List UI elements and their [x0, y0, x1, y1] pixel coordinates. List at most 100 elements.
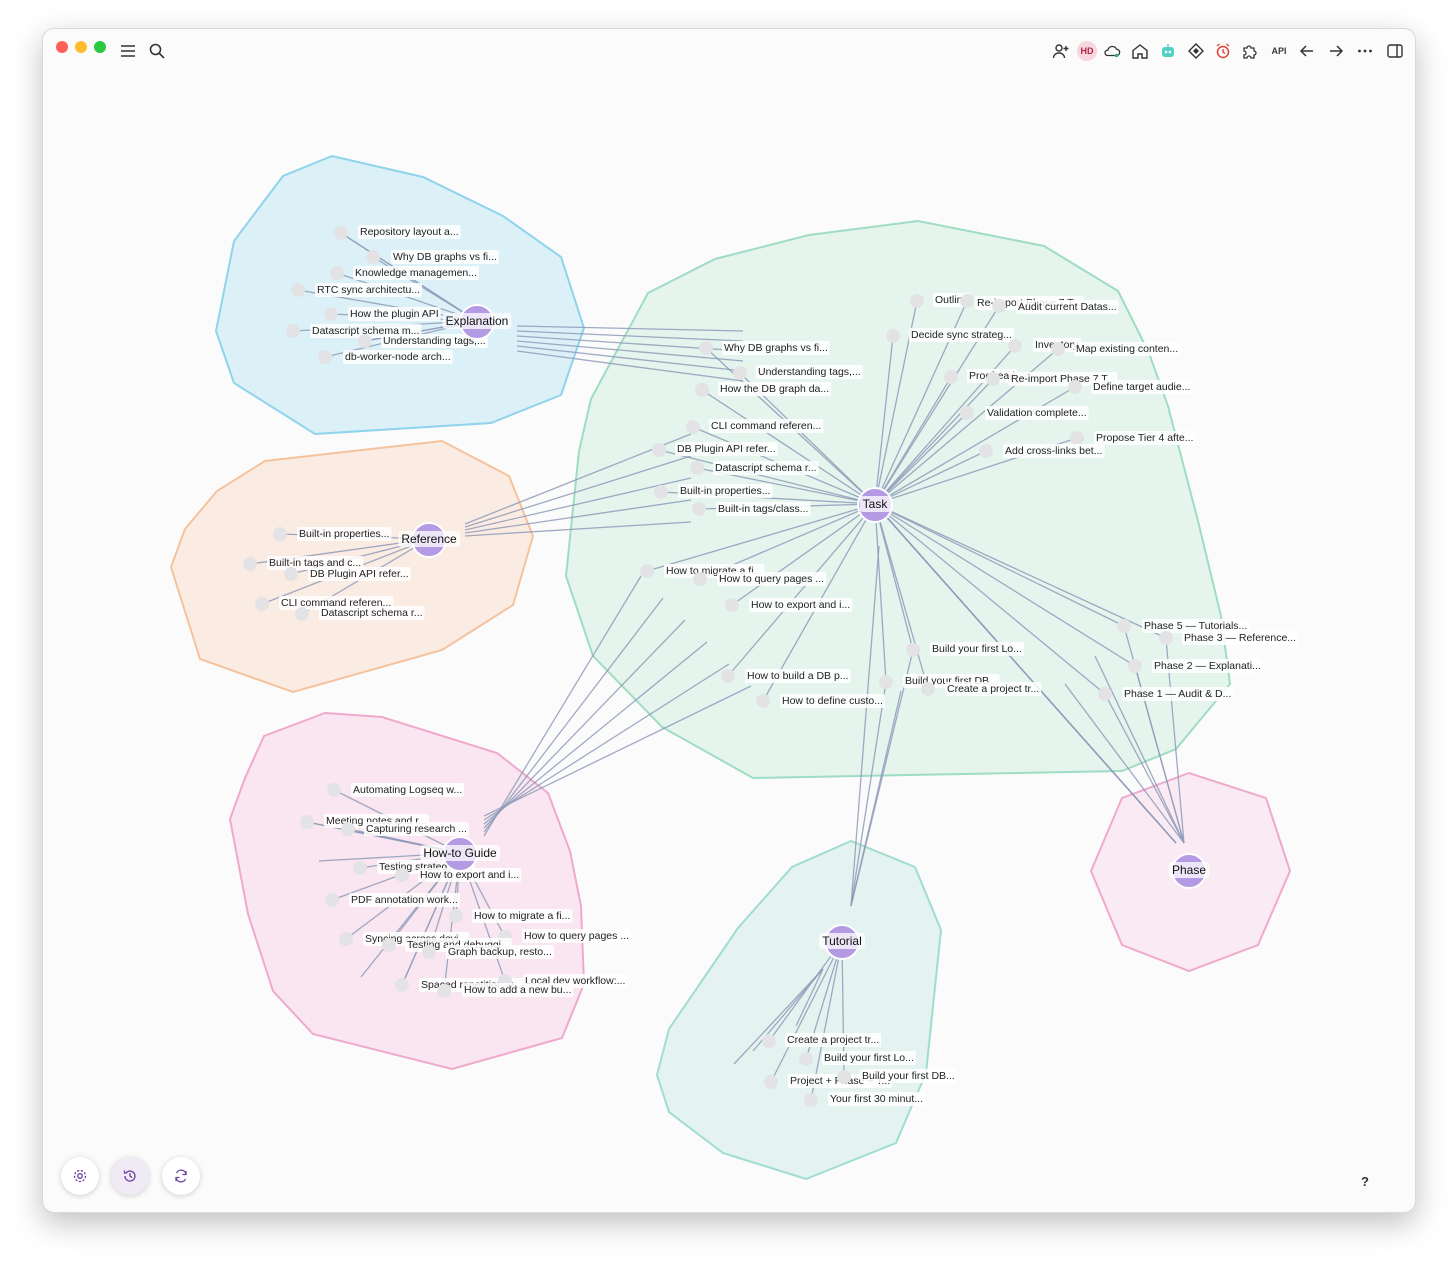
graph-node-label: Repository layout a... [360, 226, 459, 238]
graph-node[interactable] [692, 502, 706, 516]
graph-node[interactable] [1068, 380, 1082, 394]
graph-node[interactable] [1051, 342, 1065, 356]
graph-node-label: RTC sync architectu... [317, 284, 420, 296]
graph-node[interactable] [358, 334, 372, 348]
cluster-hull-howto [228, 711, 586, 1071]
graph-node[interactable] [1128, 659, 1142, 673]
graph-node-label: Capturing research ... [366, 823, 467, 835]
graph-edge [483, 597, 664, 833]
help-button[interactable]: ? [1361, 1174, 1369, 1189]
graph-node[interactable] [992, 299, 1006, 313]
graph-node[interactable] [395, 978, 409, 992]
graph-node[interactable] [382, 938, 396, 952]
cluster-hull-tutorial [655, 839, 943, 1181]
history-icon [123, 1170, 136, 1182]
graph-node-label: Build your first Lo... [824, 1052, 914, 1064]
graph-node[interactable] [764, 1075, 778, 1089]
graph-node[interactable] [640, 564, 654, 578]
graph-node[interactable] [906, 643, 920, 657]
graph-node[interactable] [986, 372, 1000, 386]
graph-node[interactable] [979, 444, 993, 458]
graph-node[interactable] [353, 861, 367, 875]
graph-node[interactable] [756, 694, 770, 708]
graph-node-label: Phase 5 — Tutorials... [1144, 620, 1247, 632]
history-button[interactable] [111, 1157, 149, 1195]
graph-node[interactable] [804, 1093, 818, 1107]
graph-node-label: DB Plugin API refer... [310, 568, 409, 580]
graph-node-label: Graph backup, resto... [448, 946, 552, 958]
hub-label-howto: How-to Guide [423, 846, 497, 860]
graph-node-label: Why DB graphs vs fi... [724, 342, 828, 354]
graph-node-label: db-worker-node arch... [345, 351, 451, 363]
graph-node-label: How to migrate a fi... [474, 910, 570, 922]
graph-node[interactable] [762, 1034, 776, 1048]
hub-label-reference: Reference [401, 532, 457, 546]
graph-node-label: How to add a new bu... [464, 984, 571, 996]
graph-node[interactable] [721, 669, 735, 683]
graph-node[interactable] [295, 607, 309, 621]
graph-node[interactable] [921, 682, 935, 696]
graph-node[interactable] [960, 294, 974, 308]
graph-node[interactable] [695, 383, 709, 397]
graph-node[interactable] [341, 822, 355, 836]
graph-node[interactable] [886, 329, 900, 343]
graph-node[interactable] [339, 932, 353, 946]
graph-node[interactable] [449, 909, 463, 923]
graph-node-label: Datascript schema r... [715, 462, 817, 474]
graph-node-label: Propose Tier 4 afte... [1096, 432, 1193, 444]
graph-node[interactable] [1117, 619, 1131, 633]
graph-node[interactable] [324, 307, 338, 321]
graph-node[interactable] [879, 675, 893, 689]
hub-label-explanation: Explanation [446, 314, 509, 328]
graph-node-label: Phase 2 — Explanati... [1154, 660, 1261, 672]
graph-node[interactable] [1098, 687, 1112, 701]
settings-icon [73, 1169, 87, 1183]
graph-node-label: Built-in properties... [299, 528, 389, 540]
graph-node[interactable] [330, 266, 344, 280]
graph-node[interactable] [325, 893, 339, 907]
graph-node[interactable] [291, 283, 305, 297]
graph-node[interactable] [652, 443, 666, 457]
graph-node[interactable] [910, 294, 924, 308]
settings-button[interactable] [61, 1157, 99, 1195]
graph-node[interactable] [273, 527, 287, 541]
graph-node-label: Add cross-links bet... [1005, 445, 1102, 457]
graph-node[interactable] [1008, 339, 1022, 353]
graph-node-label: Create a project tr... [787, 1034, 879, 1046]
graph-node[interactable] [837, 1070, 851, 1084]
graph-node[interactable] [693, 572, 707, 586]
app-window: HD API Repository layout a... Why DB gra… [42, 28, 1416, 1213]
graph-node[interactable] [1159, 631, 1173, 645]
graph-node-label: Map existing conten... [1076, 343, 1178, 355]
graph-node[interactable] [437, 984, 451, 998]
graph-node[interactable] [243, 557, 257, 571]
graph-node[interactable] [654, 485, 668, 499]
graph-node[interactable] [944, 370, 958, 384]
graph-node-label: Build your first Lo... [932, 643, 1022, 655]
graph-node[interactable] [699, 341, 713, 355]
graph-node[interactable] [327, 783, 341, 797]
graph-node[interactable] [960, 406, 974, 420]
graph-node[interactable] [725, 598, 739, 612]
graph-node[interactable] [255, 597, 269, 611]
graph-node-label: Phase 3 — Reference... [1184, 632, 1296, 644]
graph-node[interactable] [395, 868, 409, 882]
graph-edge [483, 619, 686, 829]
graph-node[interactable] [799, 1052, 813, 1066]
graph-node-label: Define target audie... [1093, 381, 1190, 393]
graph-node[interactable] [366, 250, 380, 264]
graph-node[interactable] [686, 420, 700, 434]
graph-node[interactable] [286, 324, 300, 338]
graph-node-label: How to export and i... [420, 869, 519, 881]
graph-node[interactable] [334, 226, 348, 240]
graph-node[interactable] [284, 567, 298, 581]
graph-node[interactable] [300, 815, 314, 829]
graph-node[interactable] [690, 461, 704, 475]
graph-canvas[interactable]: Repository layout a... Why DB graphs vs f… [43, 29, 1415, 1212]
graph-node[interactable] [318, 350, 332, 364]
graph-node-label: DB Plugin API refer... [677, 443, 776, 455]
graph-node[interactable] [422, 945, 436, 959]
refresh-button[interactable] [162, 1157, 200, 1195]
graph-node[interactable] [1070, 431, 1084, 445]
graph-node[interactable] [733, 366, 747, 380]
